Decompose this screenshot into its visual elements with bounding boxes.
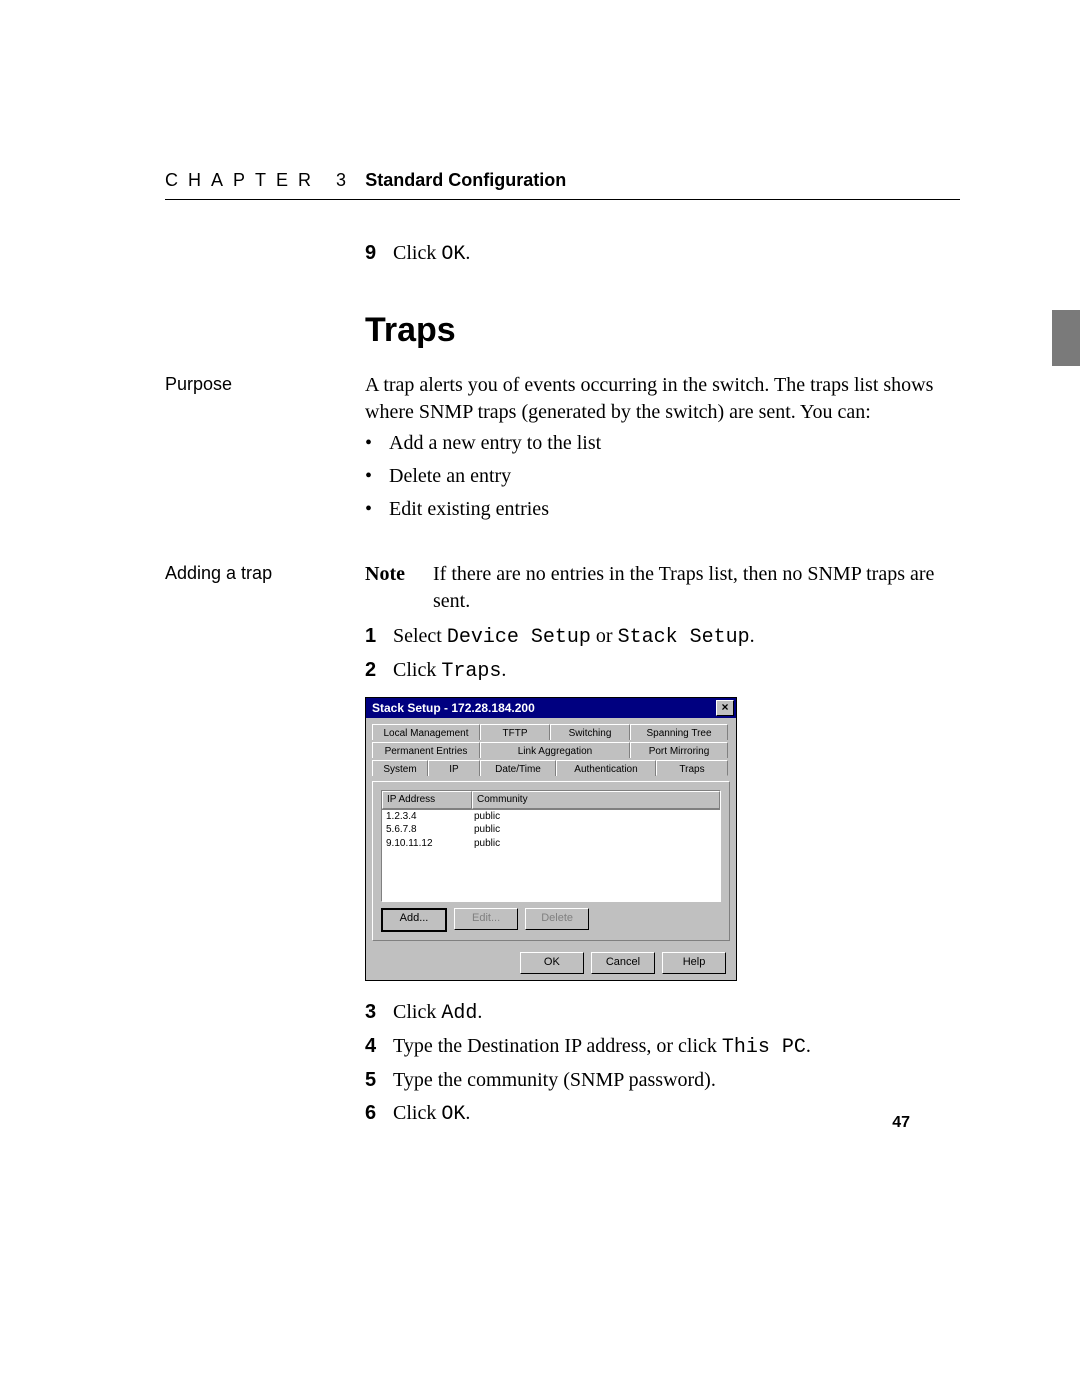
- step-item: 5 Type the community (SNMP password).: [365, 1067, 960, 1094]
- step-item: 3 Click Add.: [365, 999, 960, 1027]
- purpose-intro: A trap alerts you of events occurring in…: [365, 372, 960, 426]
- list-row[interactable]: 1.2.3.4 public: [382, 810, 720, 824]
- step-number: 9: [365, 240, 393, 268]
- bullet-item: Edit existing entries: [365, 496, 960, 523]
- tab-strip: Local Management TFTP Switching Spanning…: [372, 724, 730, 778]
- step-number: 3: [365, 999, 393, 1027]
- dialog-title: Stack Setup - 172.28.184.200: [372, 700, 535, 716]
- step-text: Click Add.: [393, 999, 482, 1027]
- bullet-item: Add a new entry to the list: [365, 430, 960, 457]
- tab-date-time[interactable]: Date/Time: [480, 760, 556, 776]
- dialog-screenshot: Stack Setup - 172.28.184.200 × Local Man…: [365, 697, 960, 981]
- help-button[interactable]: Help: [662, 952, 726, 974]
- step-number: 5: [365, 1067, 393, 1094]
- step-number: 1: [365, 623, 393, 651]
- section-title: Traps: [365, 308, 960, 354]
- stack-setup-dialog: Stack Setup - 172.28.184.200 × Local Man…: [365, 697, 737, 981]
- add-button[interactable]: Add...: [381, 908, 447, 932]
- tab-authentication[interactable]: Authentication: [556, 760, 656, 776]
- traps-listbox[interactable]: IP Address Community 1.2.3.4 public 5.6.…: [381, 790, 721, 902]
- edit-button[interactable]: Edit...: [454, 908, 518, 930]
- step-item: 2 Click Traps.: [365, 657, 960, 685]
- adding-label: Adding a trap: [165, 561, 355, 585]
- panel-buttons: Add... Edit... Delete: [381, 908, 721, 932]
- tab-switching[interactable]: Switching: [550, 724, 630, 740]
- list-row[interactable]: 5.6.7.8 public: [382, 823, 720, 837]
- tab-system[interactable]: System: [372, 760, 428, 776]
- steps-after: 3 Click Add. 4 Type the Destination IP a…: [365, 999, 960, 1128]
- purpose-label: Purpose: [165, 372, 355, 396]
- step-item: 4 Type the Destination IP address, or cl…: [365, 1033, 960, 1061]
- step-text: Type the community (SNMP password).: [393, 1067, 716, 1094]
- header-ip: IP Address: [382, 791, 472, 809]
- note-label: Note: [365, 561, 433, 615]
- step-text: Click Traps.: [393, 657, 506, 685]
- purpose-block: Purpose A trap alerts you of events occu…: [365, 372, 960, 541]
- step-text: Select Device Setup or Stack Setup.: [393, 623, 755, 651]
- step-number: 4: [365, 1033, 393, 1061]
- thumb-tab: [1052, 310, 1080, 366]
- titlebar: Stack Setup - 172.28.184.200 ×: [366, 698, 736, 718]
- step-number: 2: [365, 657, 393, 685]
- tab-port-mirroring[interactable]: Port Mirroring: [630, 742, 728, 758]
- step-number: 6: [365, 1100, 393, 1128]
- step-text: Click OK.: [393, 240, 470, 268]
- step-9: 9 Click OK.: [365, 240, 960, 268]
- step-text: Type the Destination IP address, or clic…: [393, 1033, 811, 1061]
- cancel-button[interactable]: Cancel: [591, 952, 655, 974]
- tab-link-aggregation[interactable]: Link Aggregation: [480, 742, 630, 758]
- note-text: If there are no entries in the Traps lis…: [433, 561, 960, 615]
- step-item: 6 Click OK.: [365, 1100, 960, 1128]
- tab-spanning-tree[interactable]: Spanning Tree: [630, 724, 728, 740]
- page: CHAPTER 3 Standard Configuration 9 Click…: [0, 0, 1080, 1397]
- step-text: Click OK.: [393, 1100, 470, 1128]
- tab-ip[interactable]: IP: [428, 760, 480, 776]
- step-item: 1 Select Device Setup or Stack Setup.: [365, 623, 960, 651]
- purpose-bullets: Add a new entry to the list Delete an en…: [365, 430, 960, 523]
- chapter-label: CHAPTER 3: [165, 170, 356, 190]
- tab-panel: IP Address Community 1.2.3.4 public 5.6.…: [372, 781, 730, 941]
- list-row[interactable]: 9.10.11.12 public: [382, 837, 720, 851]
- list-header: IP Address Community: [382, 791, 720, 810]
- dialog-buttons: OK Cancel Help: [372, 952, 730, 974]
- tab-tftp[interactable]: TFTP: [480, 724, 550, 740]
- tab-local-management[interactable]: Local Management: [372, 724, 480, 740]
- page-number: 47: [892, 1114, 910, 1132]
- steps-before: 1 Select Device Setup or Stack Setup. 2 …: [365, 623, 960, 685]
- tab-permanent-entries[interactable]: Permanent Entries: [372, 742, 480, 758]
- ok-button[interactable]: OK: [520, 952, 584, 974]
- bullet-item: Delete an entry: [365, 463, 960, 490]
- chapter-title: Standard Configuration: [365, 170, 566, 190]
- close-icon[interactable]: ×: [716, 700, 734, 716]
- header-community: Community: [472, 791, 720, 809]
- adding-block: Adding a trap Note If there are no entri…: [365, 561, 960, 1134]
- running-head: CHAPTER 3 Standard Configuration: [165, 170, 960, 200]
- tab-traps[interactable]: Traps: [656, 760, 728, 776]
- note: Note If there are no entries in the Trap…: [365, 561, 960, 615]
- delete-button[interactable]: Delete: [525, 908, 589, 930]
